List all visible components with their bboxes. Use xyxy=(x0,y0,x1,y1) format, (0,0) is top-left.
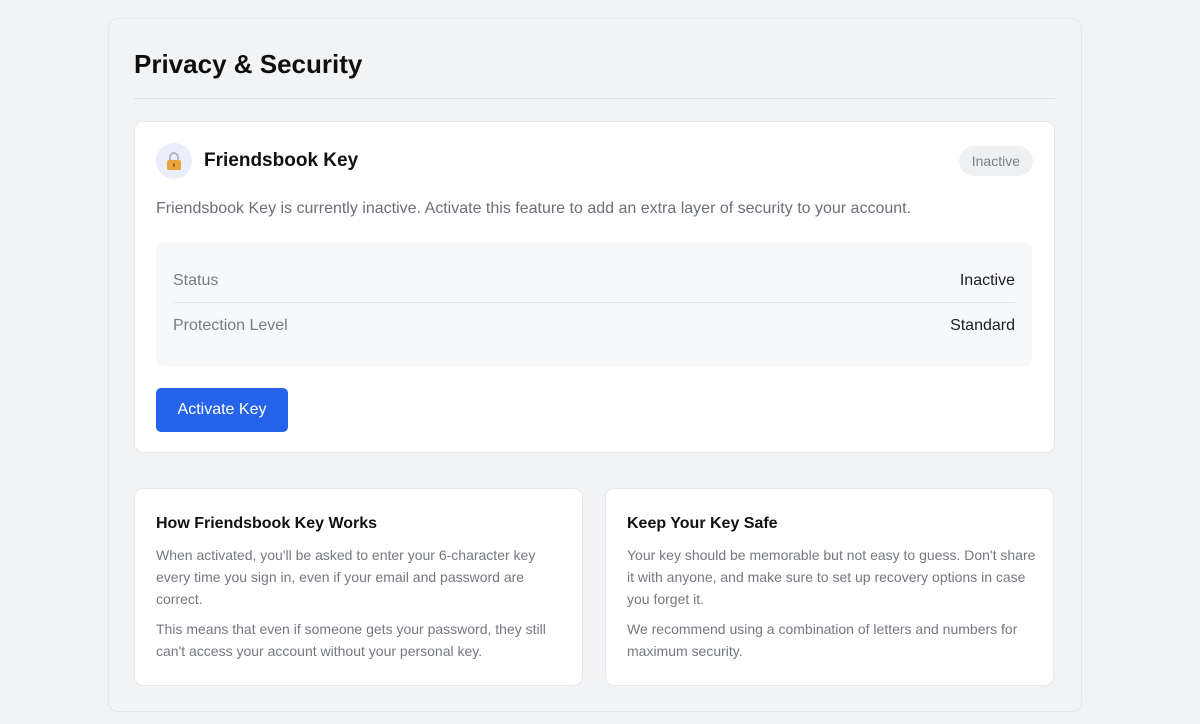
page-title: Privacy & Security xyxy=(134,49,363,79)
keep-key-safe-card: Keep Your Key Safe Your key should be me… xyxy=(605,488,1054,686)
how-key-works-card: How Friendsbook Key Works When activated… xyxy=(134,488,583,686)
info-card-title: Keep Your Key Safe xyxy=(627,515,778,532)
detail-label: Status xyxy=(173,271,219,289)
key-card-title: Friendsbook Key xyxy=(204,150,359,171)
lock-icon xyxy=(156,143,192,179)
detail-row-status: Status Inactive xyxy=(173,259,1015,303)
info-card-paragraph: This means that even if someone gets you… xyxy=(156,621,546,659)
info-card-paragraph: Your key should be memorable but not eas… xyxy=(627,547,1036,607)
title-divider xyxy=(134,98,1055,99)
privacy-security-panel: Privacy & Security Friendsbook Key Inact… xyxy=(108,18,1082,712)
info-card-title: How Friendsbook Key Works xyxy=(156,515,378,532)
detail-value: Standard xyxy=(950,317,1015,334)
info-card-paragraph: We recommend using a combination of lett… xyxy=(627,621,1018,659)
status-badge: Inactive xyxy=(958,146,1033,176)
info-card-paragraph: When activated, you'll be asked to enter… xyxy=(156,547,536,607)
detail-value: Inactive xyxy=(959,271,1015,289)
key-details-box: Status Inactive Protection Level Standar… xyxy=(156,243,1032,366)
detail-row-protection-level: Protection Level Standard xyxy=(173,304,1015,348)
detail-label: Protection Level xyxy=(173,317,288,334)
key-card-description: Friendsbook Key is currently inactive. A… xyxy=(156,200,912,217)
activate-key-button[interactable]: Activate Key xyxy=(156,388,288,432)
friendsbook-key-card: Friendsbook Key Inactive Friendsbook Key… xyxy=(134,121,1055,453)
